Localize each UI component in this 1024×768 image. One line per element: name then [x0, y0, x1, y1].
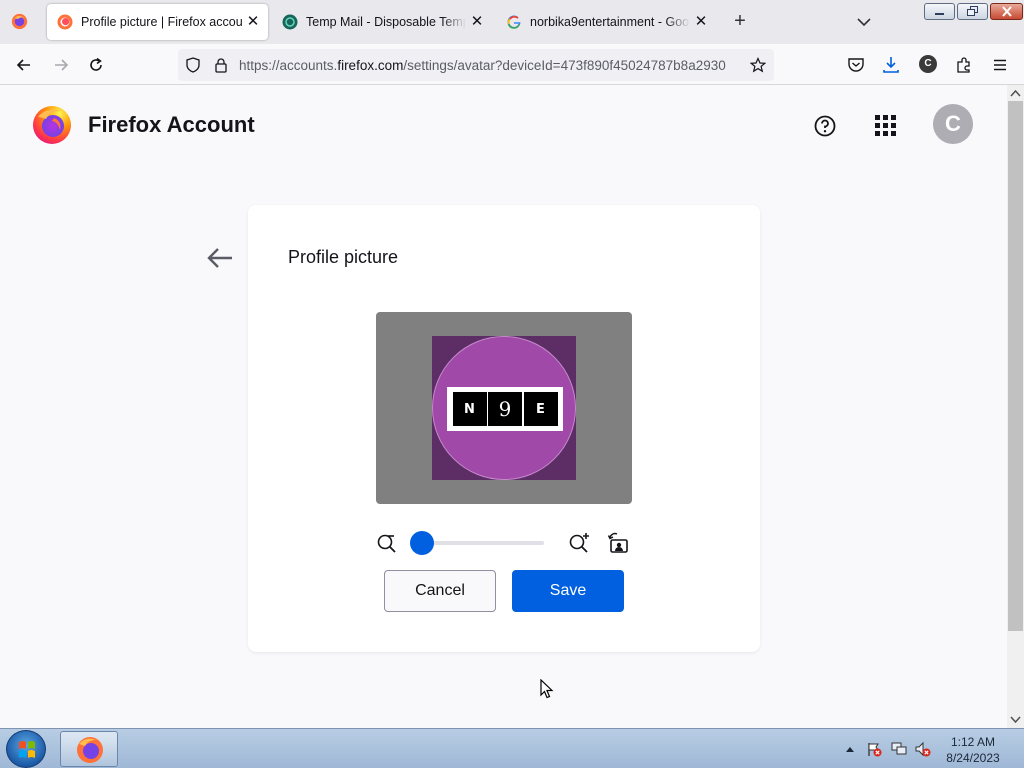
windows-logo-icon: [19, 741, 35, 758]
reload-icon: [90, 57, 102, 71]
close-icon: [1001, 6, 1012, 17]
firefox-icon: [77, 737, 103, 763]
mouse-cursor-icon: [540, 679, 554, 699]
scrollbar-thumb[interactable]: [1008, 101, 1023, 631]
close-tab-icon[interactable]: ✕: [694, 14, 708, 29]
start-button[interactable]: [6, 730, 46, 768]
account-button[interactable]: C: [919, 55, 937, 73]
back-button[interactable]: [11, 52, 37, 78]
action-center-flag-icon[interactable]: [866, 741, 882, 757]
help-icon[interactable]: [814, 115, 836, 137]
close-tab-icon[interactable]: ✕: [246, 14, 260, 29]
firefox-accounts-icon: [57, 14, 73, 30]
restore-icon: [966, 6, 978, 16]
rotate-icon[interactable]: [607, 532, 631, 554]
image-letter: E: [523, 392, 558, 426]
downloads-icon[interactable]: [882, 56, 900, 74]
tab-title: norbika9entertainment - Googl: [530, 15, 690, 29]
reload-button[interactable]: [83, 52, 109, 78]
new-tab-button[interactable]: +: [728, 10, 752, 34]
avatar[interactable]: C: [933, 104, 973, 144]
forward-button[interactable]: [48, 52, 74, 78]
image-letter: N: [452, 392, 487, 426]
page-content: Firefox Account C Profile picture N 9 E: [0, 85, 1007, 728]
avatar-crop-circle[interactable]: N 9 E: [432, 336, 576, 480]
url-prefix: https://accounts.: [239, 58, 338, 73]
brand-title[interactable]: Firefox Account: [88, 112, 255, 138]
zoom-slider[interactable]: [410, 531, 544, 555]
windows-taskbar: 1:12 AM 8/24/2023: [0, 728, 1024, 768]
lock-icon[interactable]: [213, 57, 229, 73]
app-grid-icon[interactable]: [875, 115, 896, 136]
pocket-icon[interactable]: [847, 56, 865, 74]
clock-date: 8/24/2023: [946, 751, 1000, 765]
tab-profile-picture[interactable]: Profile picture | Firefox accounts ✕: [47, 4, 268, 40]
back-arrow-icon[interactable]: [206, 246, 234, 270]
minimize-button[interactable]: [924, 3, 955, 20]
forward-arrow-icon: [55, 59, 69, 71]
zoom-slider-track[interactable]: [420, 541, 544, 545]
tab-strip: Profile picture | Firefox accounts ✕ Tem…: [0, 0, 1024, 44]
restore-button[interactable]: [957, 3, 988, 20]
scroll-down-icon[interactable]: [1010, 714, 1021, 725]
tracking-protection-shield-icon[interactable]: [185, 57, 201, 73]
volume-muted-icon[interactable]: [915, 741, 931, 757]
window-controls: [924, 3, 1023, 20]
bookmark-star-icon[interactable]: [750, 57, 766, 73]
system-clock[interactable]: 1:12 AM 8/24/2023: [940, 734, 1006, 766]
zoom-out-icon[interactable]: [376, 532, 398, 554]
temp-mail-icon: [282, 14, 298, 30]
avatar-crop-area[interactable]: N 9 E: [376, 312, 632, 504]
navigation-toolbar: https://accounts.firefox.com/settings/av…: [0, 44, 1024, 85]
url-path: /settings/avatar?deviceId=473f890f450247…: [403, 58, 726, 73]
tab-title: Profile picture | Firefox accounts: [81, 15, 242, 29]
site-header: Firefox Account C: [0, 85, 1007, 165]
url-text[interactable]: https://accounts.firefox.com/settings/av…: [239, 58, 744, 73]
zoom-in-icon[interactable]: [568, 532, 590, 554]
back-arrow-icon: [16, 59, 30, 71]
firefox-logo-icon[interactable]: [32, 105, 72, 145]
address-bar[interactable]: https://accounts.firefox.com/settings/av…: [178, 49, 774, 81]
tab-temp-mail[interactable]: Temp Mail - Disposable Tempor ✕: [272, 4, 492, 40]
show-hidden-icons-icon[interactable]: [845, 745, 855, 753]
scroll-up-icon[interactable]: [1010, 88, 1021, 99]
cancel-button[interactable]: Cancel: [384, 570, 496, 612]
tab-google[interactable]: norbika9entertainment - Googl ✕: [496, 4, 716, 40]
network-icon[interactable]: [891, 741, 907, 757]
taskbar-firefox-button[interactable]: [60, 731, 118, 767]
url-domain: firefox.com: [337, 58, 404, 73]
image-letter: 9: [488, 392, 522, 426]
list-all-tabs-icon[interactable]: [852, 11, 876, 33]
close-tab-icon[interactable]: ✕: [470, 14, 484, 29]
page-scrollbar[interactable]: [1007, 85, 1024, 728]
profile-picture-card: Profile picture N 9 E Cancel Save: [248, 205, 760, 652]
avatar-image-text: N 9 E: [447, 387, 563, 431]
card-title: Profile picture: [288, 247, 399, 267]
firefox-menu-icon[interactable]: [11, 13, 28, 30]
zoom-slider-thumb[interactable]: [410, 531, 434, 555]
clock-time: 1:12 AM: [950, 735, 996, 749]
save-button[interactable]: Save: [512, 570, 624, 612]
google-icon: [507, 15, 521, 29]
hamburger-menu-icon[interactable]: [991, 56, 1009, 74]
close-window-button[interactable]: [990, 3, 1023, 20]
tab-title: Temp Mail - Disposable Tempor: [306, 15, 466, 29]
minimize-icon: [934, 12, 944, 15]
extensions-icon[interactable]: [955, 56, 973, 74]
